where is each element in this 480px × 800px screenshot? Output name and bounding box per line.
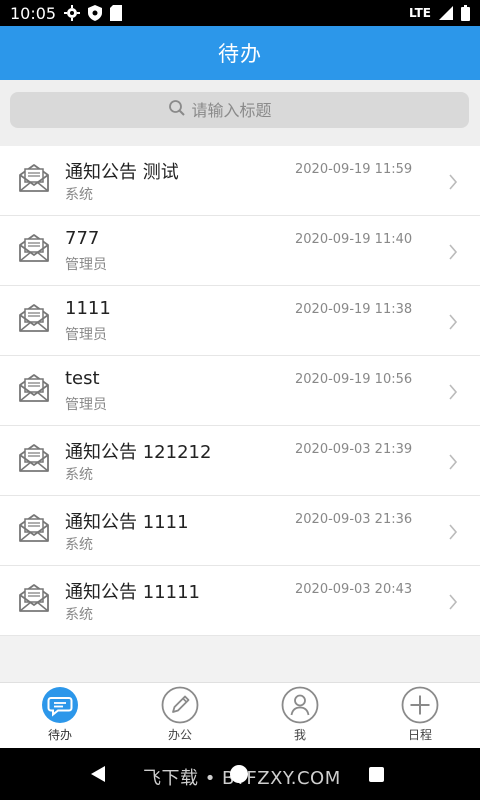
chevron-right-icon bbox=[449, 174, 458, 190]
bottom-tab-bar: 待办 办公 我 日程 bbox=[0, 682, 480, 748]
search-bar[interactable] bbox=[10, 92, 469, 128]
signal-icon bbox=[439, 6, 453, 20]
item-time: 2020-09-19 11:38 bbox=[295, 302, 413, 317]
item-title: 777 bbox=[65, 228, 100, 249]
search-area bbox=[0, 80, 480, 146]
back-icon[interactable] bbox=[89, 765, 107, 783]
item-time: 2020-09-03 21:36 bbox=[295, 512, 413, 527]
list-item[interactable]: 通知公告 测试 系统 2020-09-19 11:59 bbox=[0, 146, 480, 216]
list-item[interactable]: test 管理员 2020-09-19 10:56 bbox=[0, 356, 480, 426]
system-nav-bar: 飞下载 • BTFZXY.COM bbox=[0, 748, 480, 800]
envelope-icon bbox=[19, 234, 49, 262]
envelope-icon bbox=[19, 584, 49, 612]
chevron-right-icon bbox=[449, 384, 458, 400]
search-icon bbox=[168, 99, 186, 121]
tab-label: 办公 bbox=[167, 728, 192, 742]
item-time: 2020-09-19 10:56 bbox=[295, 372, 413, 387]
chevron-right-icon bbox=[449, 524, 458, 540]
gear-icon bbox=[64, 5, 81, 21]
status-time: 10:05 bbox=[10, 3, 57, 23]
todo-list: 通知公告 测试 系统 2020-09-19 11:59 777 管理员 2020… bbox=[0, 146, 480, 636]
item-title: 通知公告 测试 bbox=[65, 162, 179, 183]
status-bar: 10:05 LTE bbox=[0, 0, 480, 26]
page-title: 待办 bbox=[218, 42, 262, 66]
chevron-right-icon bbox=[449, 314, 458, 330]
status-bar-left: 10:05 bbox=[10, 3, 123, 23]
network-type: LTE bbox=[408, 6, 431, 20]
tab-label: 我 bbox=[293, 728, 306, 742]
item-sender: 系统 bbox=[65, 467, 93, 483]
list-item[interactable]: 777 管理员 2020-09-19 11:40 bbox=[0, 216, 480, 286]
tab-label: 待办 bbox=[47, 728, 72, 742]
envelope-icon bbox=[19, 164, 49, 192]
home-icon[interactable] bbox=[230, 765, 248, 783]
item-sender: 系统 bbox=[65, 187, 93, 203]
envelope-icon bbox=[19, 304, 49, 332]
search-input[interactable] bbox=[191, 100, 312, 120]
item-time: 2020-09-03 21:39 bbox=[295, 442, 413, 457]
item-title: test bbox=[65, 368, 100, 389]
item-time: 2020-09-19 11:40 bbox=[295, 232, 413, 247]
envelope-icon bbox=[19, 374, 49, 402]
list-item[interactable]: 通知公告 11111 系统 2020-09-03 20:43 bbox=[0, 566, 480, 636]
envelope-icon bbox=[19, 514, 49, 542]
item-sender: 管理员 bbox=[65, 397, 107, 413]
app-header: 待办 bbox=[0, 26, 480, 80]
chat-bubble-icon bbox=[42, 687, 78, 723]
item-title: 通知公告 11111 bbox=[65, 582, 200, 603]
item-sender: 系统 bbox=[65, 607, 93, 623]
item-sender: 系统 bbox=[65, 537, 93, 553]
envelope-icon bbox=[19, 444, 49, 472]
item-time: 2020-09-19 11:59 bbox=[295, 162, 413, 177]
item-title: 1111 bbox=[65, 298, 111, 319]
shield-icon bbox=[88, 5, 103, 21]
list-item[interactable]: 通知公告 1111 系统 2020-09-03 21:36 bbox=[0, 496, 480, 566]
status-bar-right: LTE bbox=[409, 5, 470, 21]
person-icon bbox=[281, 686, 319, 724]
item-title: 通知公告 121212 bbox=[65, 442, 212, 463]
item-sender: 管理员 bbox=[65, 257, 107, 273]
chevron-right-icon bbox=[449, 244, 458, 260]
recents-icon[interactable] bbox=[369, 767, 384, 782]
tab-office[interactable]: 办公 bbox=[120, 683, 240, 749]
tab-me[interactable]: 我 bbox=[240, 683, 360, 749]
plus-icon bbox=[401, 686, 439, 724]
chevron-right-icon bbox=[449, 594, 458, 610]
tab-todo[interactable]: 待办 bbox=[0, 683, 120, 749]
list-item[interactable]: 1111 管理员 2020-09-19 11:38 bbox=[0, 286, 480, 356]
list-item[interactable]: 通知公告 121212 系统 2020-09-03 21:39 bbox=[0, 426, 480, 496]
item-title: 通知公告 1111 bbox=[65, 512, 189, 533]
tab-schedule[interactable]: 日程 bbox=[360, 683, 480, 749]
tab-label: 日程 bbox=[407, 728, 432, 742]
battery-icon bbox=[461, 5, 470, 21]
sd-card-icon bbox=[110, 5, 123, 21]
chevron-right-icon bbox=[449, 454, 458, 470]
item-time: 2020-09-03 20:43 bbox=[295, 582, 413, 597]
pencil-icon bbox=[161, 686, 199, 724]
item-sender: 管理员 bbox=[65, 327, 107, 343]
